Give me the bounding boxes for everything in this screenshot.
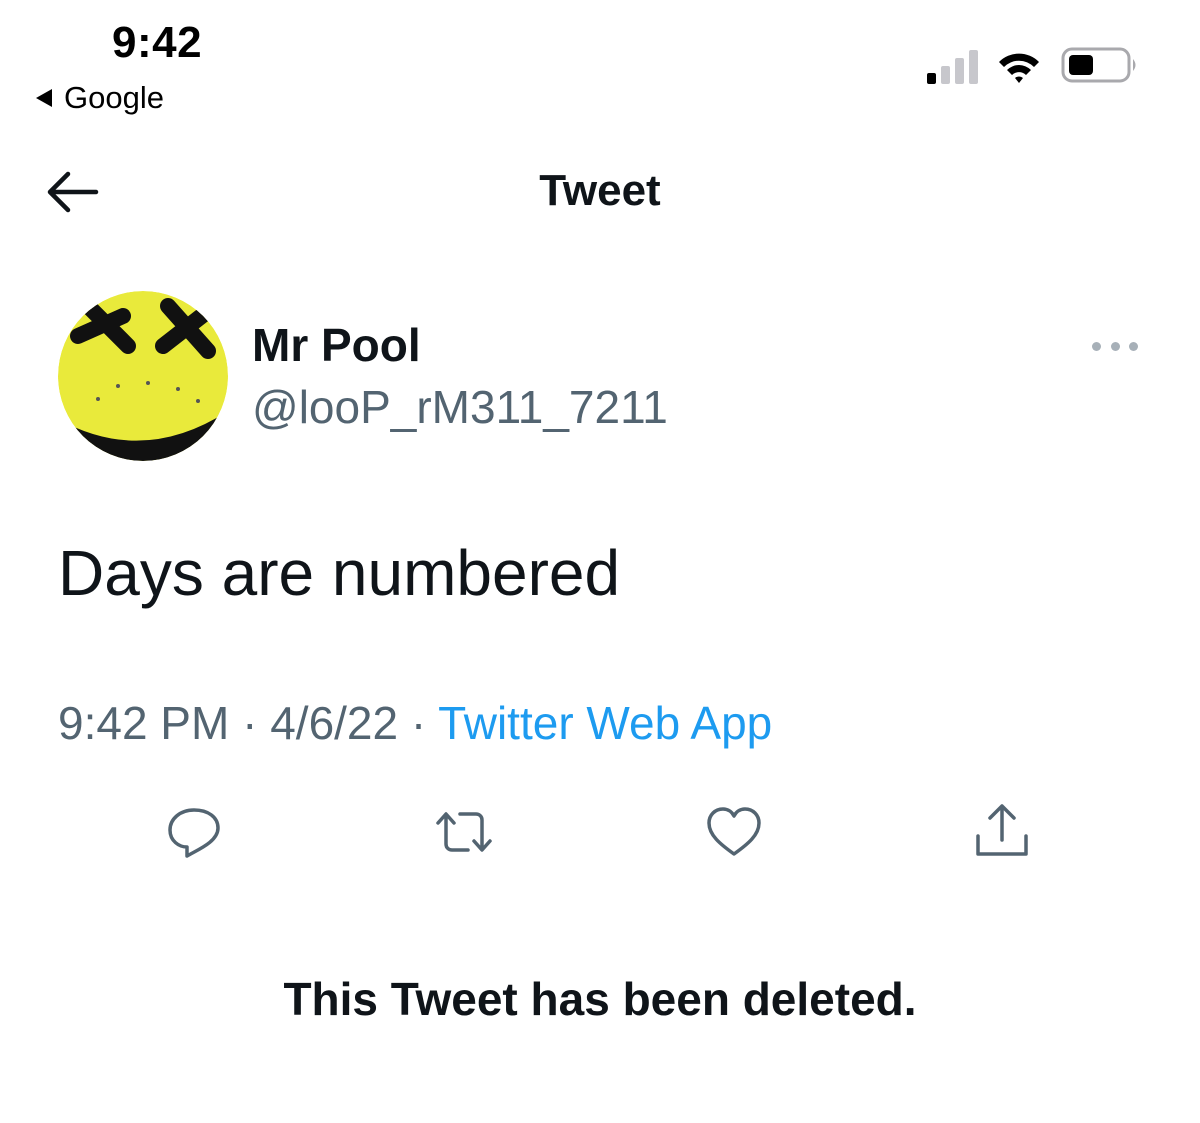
back-triangle-icon	[36, 89, 52, 107]
tweet-screen: 9:42 Google Tweet Mr Pool @looP_rM311_72…	[0, 0, 1200, 1123]
share-icon[interactable]	[970, 800, 1034, 864]
avatar[interactable]	[58, 291, 228, 461]
deleted-tweet-notice: This Tweet has been deleted.	[283, 973, 917, 1025]
author-handle[interactable]: @looP_rM311_7211	[252, 380, 668, 434]
more-options-icon[interactable]	[1092, 334, 1138, 358]
battery-icon	[1061, 47, 1136, 83]
reply-icon[interactable]	[162, 800, 226, 864]
tweet-date: 4/6/22	[270, 697, 399, 749]
author-name[interactable]: Mr Pool	[252, 318, 421, 372]
page-title: Tweet	[539, 166, 661, 215]
back-to-app-link[interactable]: Google	[36, 80, 164, 116]
retweet-icon[interactable]	[432, 800, 496, 864]
like-heart-icon[interactable]	[702, 800, 766, 864]
back-to-app-label: Google	[64, 80, 164, 115]
tweet-source-link[interactable]: Twitter Web App	[438, 697, 772, 749]
status-icons	[927, 46, 1140, 84]
cellular-signal-icon	[927, 50, 978, 84]
tweet-metadata: 9:42 PM · 4/6/22 · Twitter Web App	[58, 696, 772, 750]
status-time: 9:42	[112, 18, 203, 67]
meta-separator: ·	[410, 697, 427, 749]
tweet-time: 9:42 PM	[58, 697, 230, 749]
tweet-text: Days are numbered	[58, 537, 621, 609]
meta-separator: ·	[242, 697, 258, 749]
wifi-icon	[999, 53, 1039, 83]
